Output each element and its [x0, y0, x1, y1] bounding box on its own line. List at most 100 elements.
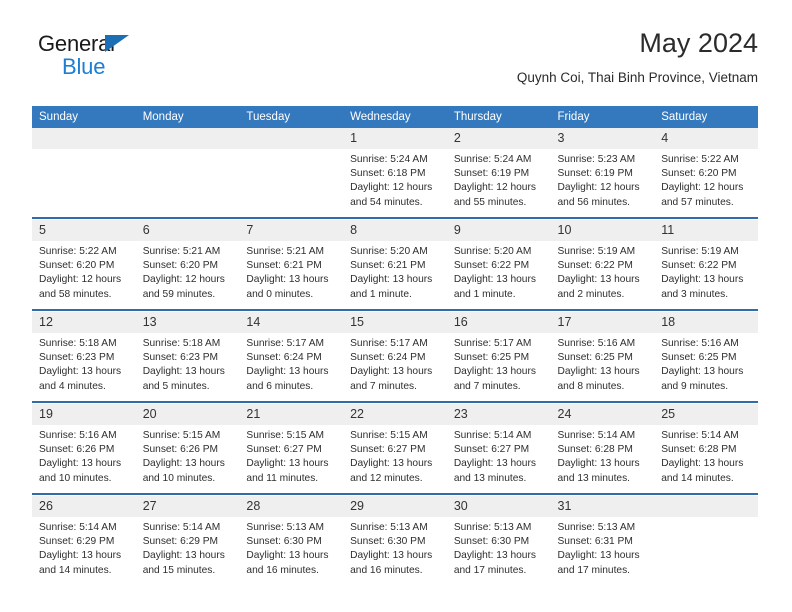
- daylight-text: Daylight: 13 hours and 15 minutes.: [142, 550, 225, 576]
- calendar-day-cell[interactable]: 9 Sunrise: 5:20 AM Sunset: 6:22 PM Daylight…: [446, 220, 551, 310]
- calendar-header-row: Sunday Monday Tuesday Wednesday Thursday…: [32, 106, 758, 128]
- calendar-day-cell[interactable]: 30 Sunrise: 5:13 AM Sunset: 6:30 PM Dayligh…: [446, 496, 551, 586]
- day-details: Sunrise: 5:23 AM Sunset: 6:19 PM Daylight:…: [551, 149, 655, 210]
- calendar-day-cell[interactable]: 14 Sunrise: 5:17 AM Sunset: 6:24 PM Dayligh…: [239, 312, 344, 402]
- calendar-day-cell[interactable]: 18 Sunrise: 5:16 AM Sunset: 6:25 PM Dayligh…: [654, 312, 758, 402]
- sunrise-text: Sunrise: 5:23 AM: [557, 154, 636, 165]
- weekday-header-thursday: Thursday: [446, 106, 551, 128]
- calendar-day-cell[interactable]: 25 Sunrise: 5:14 AM Sunset: 6:28 PM Dayligh…: [654, 404, 758, 494]
- daylight-text: Daylight: 13 hours and 1 minute.: [350, 274, 433, 300]
- day-number: 2: [446, 128, 551, 149]
- page-title: May 2024: [639, 28, 758, 58]
- sunrise-text: Sunrise: 5:20 AM: [350, 246, 428, 257]
- sunset-text: Sunset: 6:29 PM: [39, 536, 115, 548]
- day-details: Sunrise: 5:18 AM Sunset: 6:23 PM Daylight:…: [32, 333, 136, 394]
- sunset-text: Sunset: 6:25 PM: [453, 352, 530, 364]
- calendar-day-cell[interactable]: 1 Sunrise: 5:24 AM Sunset: 6:18 PM Daylight…: [343, 128, 447, 218]
- sunset-text: Sunset: 6:30 PM: [246, 536, 322, 548]
- calendar-page: General Blue May 2024 Quynh Coi, Thai Bi…: [0, 0, 792, 612]
- day-details: Sunrise: 5:16 AM Sunset: 6:25 PM Daylight:…: [654, 333, 758, 394]
- calendar-day-cell[interactable]: 10 Sunrise: 5:19 AM Sunset: 6:22 PM Dayligh…: [550, 220, 655, 310]
- day-number: 9: [446, 220, 551, 241]
- day-details: Sunrise: 5:17 AM Sunset: 6:24 PM Daylight:…: [343, 333, 447, 394]
- calendar-day-cell[interactable]: 13 Sunrise: 5:18 AM Sunset: 6:23 PM Dayligh…: [135, 312, 240, 402]
- day-details: Sunrise: 5:14 AM Sunset: 6:28 PM Daylight:…: [551, 425, 655, 486]
- daylight-text: Daylight: 13 hours and 12 minutes.: [350, 458, 433, 484]
- sunrise-text: Sunrise: 5:17 AM: [246, 338, 324, 349]
- sunset-text: Sunset: 6:30 PM: [350, 536, 426, 548]
- calendar-day-cell[interactable]: 31 Sunrise: 5:13 AM Sunset: 6:31 PM Dayligh…: [550, 496, 655, 586]
- calendar-day-cell[interactable]: 26 Sunrise: 5:14 AM Sunset: 6:29 PM Dayligh…: [32, 496, 136, 586]
- sunset-text: Sunset: 6:28 PM: [661, 444, 737, 456]
- sunset-text: Sunset: 6:26 PM: [142, 444, 219, 456]
- calendar-day-cell[interactable]: 4 Sunrise: 5:22 AM Sunset: 6:20 PM Daylight…: [654, 128, 758, 218]
- day-details: Sunrise: 5:13 AM Sunset: 6:30 PM Daylight:…: [447, 517, 551, 578]
- daylight-text: Daylight: 13 hours and 6 minutes.: [246, 366, 329, 392]
- sunset-text: Sunset: 6:20 PM: [142, 260, 219, 272]
- daylight-text: Daylight: 13 hours and 7 minutes.: [350, 366, 433, 392]
- calendar-day-cell[interactable]: 21 Sunrise: 5:15 AM Sunset: 6:27 PM Dayligh…: [239, 404, 344, 494]
- calendar-day-cell[interactable]: 11 Sunrise: 5:19 AM Sunset: 6:22 PM Dayligh…: [654, 220, 758, 310]
- sunrise-text: Sunrise: 5:14 AM: [661, 430, 739, 441]
- logo-text-blue: Blue: [62, 54, 106, 79]
- calendar-day-cell[interactable]: 15 Sunrise: 5:17 AM Sunset: 6:24 PM Dayligh…: [343, 312, 447, 402]
- sunset-text: Sunset: 6:29 PM: [142, 536, 219, 548]
- day-details: Sunrise: 5:14 AM Sunset: 6:27 PM Daylight:…: [447, 425, 551, 486]
- sunset-text: Sunset: 6:24 PM: [350, 352, 426, 364]
- calendar-day-cell[interactable]: 6 Sunrise: 5:21 AM Sunset: 6:20 PM Daylight…: [135, 220, 240, 310]
- daylight-text: Daylight: 13 hours and 13 minutes.: [557, 458, 640, 484]
- sunrise-text: Sunrise: 5:13 AM: [350, 522, 428, 533]
- generalblue-logo[interactable]: General Blue: [32, 32, 232, 88]
- sunrise-text: Sunrise: 5:14 AM: [39, 522, 117, 533]
- calendar-day-cell[interactable]: 23 Sunrise: 5:14 AM Sunset: 6:27 PM Dayligh…: [446, 404, 551, 494]
- calendar-day-cell[interactable]: 17 Sunrise: 5:16 AM Sunset: 6:25 PM Dayligh…: [550, 312, 655, 402]
- day-details: Sunrise: 5:24 AM Sunset: 6:19 PM Daylight:…: [447, 149, 551, 210]
- calendar-day-cell[interactable]: 2 Sunrise: 5:24 AM Sunset: 6:19 PM Daylight…: [446, 128, 551, 218]
- day-number: 8: [343, 220, 447, 241]
- calendar-day-cell[interactable]: 5 Sunrise: 5:22 AM Sunset: 6:20 PM Daylight…: [32, 220, 136, 310]
- calendar-body: 1 Sunrise: 5:24 AM Sunset: 6:18 PM Daylight…: [32, 128, 758, 586]
- calendar-day-cell[interactable]: 28 Sunrise: 5:13 AM Sunset: 6:30 PM Dayligh…: [239, 496, 344, 586]
- calendar-week-row: 1 Sunrise: 5:24 AM Sunset: 6:18 PM Daylight…: [32, 128, 758, 218]
- day-details: Sunrise: 5:14 AM Sunset: 6:29 PM Daylight:…: [136, 517, 240, 578]
- sunrise-text: Sunrise: 5:14 AM: [557, 430, 636, 441]
- sunset-text: Sunset: 6:24 PM: [246, 352, 322, 364]
- sunrise-text: Sunrise: 5:19 AM: [661, 246, 739, 257]
- daylight-text: Daylight: 13 hours and 14 minutes.: [661, 458, 744, 484]
- sunrise-text: Sunrise: 5:24 AM: [350, 154, 428, 165]
- sunset-text: Sunset: 6:31 PM: [557, 536, 633, 548]
- calendar-day-cell[interactable]: 20 Sunrise: 5:15 AM Sunset: 6:26 PM Dayligh…: [135, 404, 240, 494]
- sunrise-text: Sunrise: 5:15 AM: [350, 430, 428, 441]
- daylight-text: Daylight: 13 hours and 1 minute.: [453, 274, 536, 300]
- calendar-day-cell[interactable]: 16 Sunrise: 5:17 AM Sunset: 6:25 PM Dayligh…: [446, 312, 551, 402]
- day-details: Sunrise: 5:22 AM Sunset: 6:20 PM Daylight:…: [654, 149, 758, 210]
- sunrise-text: Sunrise: 5:17 AM: [453, 338, 532, 349]
- day-number: [135, 128, 240, 149]
- calendar-day-cell[interactable]: 24 Sunrise: 5:14 AM Sunset: 6:28 PM Dayligh…: [550, 404, 655, 494]
- day-details: Sunrise: 5:20 AM Sunset: 6:21 PM Daylight:…: [343, 241, 447, 302]
- calendar-day-cell[interactable]: 19 Sunrise: 5:16 AM Sunset: 6:26 PM Dayligh…: [32, 404, 136, 494]
- sunrise-sunset-calendar: Sunday Monday Tuesday Wednesday Thursday…: [32, 106, 758, 586]
- sunset-text: Sunset: 6:21 PM: [246, 260, 322, 272]
- calendar-day-cell[interactable]: 7 Sunrise: 5:21 AM Sunset: 6:21 PM Daylight…: [239, 220, 344, 310]
- daylight-text: Daylight: 13 hours and 5 minutes.: [142, 366, 225, 392]
- calendar-day-cell[interactable]: 22 Sunrise: 5:15 AM Sunset: 6:27 PM Dayligh…: [343, 404, 447, 494]
- day-number: 31: [550, 496, 655, 517]
- sunset-text: Sunset: 6:21 PM: [350, 260, 426, 272]
- day-number: 18: [654, 312, 758, 333]
- day-details: Sunrise: 5:21 AM Sunset: 6:20 PM Daylight:…: [136, 241, 240, 302]
- daylight-text: Daylight: 13 hours and 16 minutes.: [246, 550, 329, 576]
- sunset-text: Sunset: 6:19 PM: [453, 168, 530, 180]
- calendar-day-cell[interactable]: 3 Sunrise: 5:23 AM Sunset: 6:19 PM Daylight…: [550, 128, 655, 218]
- calendar-day-cell[interactable]: 8 Sunrise: 5:20 AM Sunset: 6:21 PM Daylight…: [343, 220, 447, 310]
- sunset-text: Sunset: 6:23 PM: [39, 352, 115, 364]
- calendar-day-cell[interactable]: 27 Sunrise: 5:14 AM Sunset: 6:29 PM Dayligh…: [135, 496, 240, 586]
- daylight-text: Daylight: 12 hours and 57 minutes.: [661, 182, 744, 208]
- sunrise-text: Sunrise: 5:21 AM: [142, 246, 221, 257]
- day-number: 15: [343, 312, 447, 333]
- location-subtitle: Quynh Coi, Thai Binh Province, Vietnam: [516, 70, 758, 85]
- calendar-day-cell[interactable]: 29 Sunrise: 5:13 AM Sunset: 6:30 PM Dayligh…: [343, 496, 447, 586]
- calendar-day-cell[interactable]: 12 Sunrise: 5:18 AM Sunset: 6:23 PM Dayligh…: [32, 312, 136, 402]
- calendar-week-row: 26 Sunrise: 5:14 AM Sunset: 6:29 PM Dayligh…: [32, 496, 758, 586]
- daylight-text: Daylight: 12 hours and 56 minutes.: [557, 182, 640, 208]
